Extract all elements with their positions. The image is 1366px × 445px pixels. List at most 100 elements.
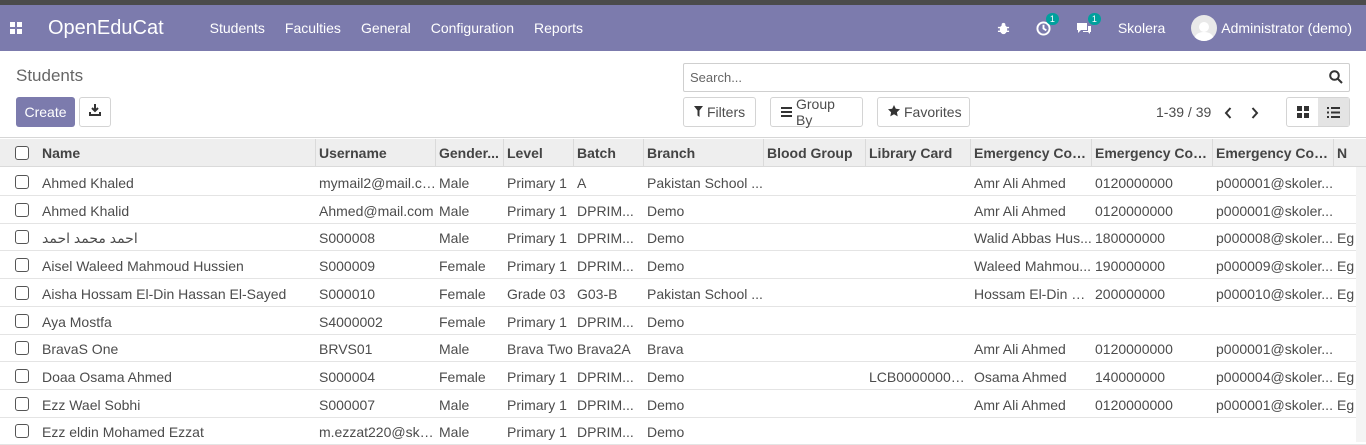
cell-level: Primary 1 (507, 230, 567, 247)
cell-blood-group (764, 362, 866, 390)
cell-batch: A (577, 175, 587, 191)
control-panel: Students Create Filters Group By Favorit… (0, 51, 1366, 138)
column-emergency-contact-email[interactable]: Emergency Con... (1213, 139, 1334, 167)
column-emergency-contact-phone[interactable]: Emergency Con... (1092, 139, 1213, 167)
column-level[interactable]: Level (504, 139, 574, 167)
cell-username: S4000002 (319, 313, 383, 330)
search-input[interactable] (684, 64, 1314, 91)
row-checkbox[interactable] (15, 341, 29, 356)
chevron-right-icon[interactable] (1245, 103, 1265, 123)
table-row[interactable]: Ahmed Khalid Ahmed@mail.com Male Primary 1 D… (0, 196, 1366, 224)
column-library-card[interactable]: Library Card (866, 139, 971, 167)
row-checkbox[interactable] (15, 230, 29, 245)
brand-name[interactable]: OpenEduCat (48, 17, 164, 40)
cell-library-card (866, 223, 971, 251)
main-navbar: OpenEduCat Students Faculties General Co… (0, 5, 1366, 51)
chevron-left-icon[interactable] (1218, 103, 1238, 123)
table-row[interactable]: Doaa Osama Ahmed S000004 Female Primary 1 DP… (0, 362, 1366, 390)
column-gender[interactable]: Gender... (436, 139, 504, 167)
row-checkbox[interactable] (15, 285, 29, 300)
download-button[interactable] (79, 97, 111, 127)
table-row[interactable]: Ezz Wael Sobhi S000007 Male Primary 1 DPRIM.… (0, 390, 1366, 418)
filters-button[interactable]: Filters (683, 97, 756, 127)
cell-emergency-contact-phone: 200000000 (1095, 285, 1166, 302)
create-button[interactable]: Create (16, 97, 75, 127)
cell-branch: Pakistan School ... (647, 285, 763, 302)
user-menu[interactable]: Administrator (demo) (1191, 15, 1352, 41)
cell-emergency-contact-email: p000001@skoler... (1216, 175, 1333, 191)
cell-branch: Demo (647, 258, 685, 275)
cell-blood-group (764, 334, 866, 362)
cell-username: S000009 (319, 258, 376, 275)
cell-level: Primary 1 (507, 396, 567, 413)
column-emergency-contact-name[interactable]: Emergency Con... (971, 139, 1092, 167)
table-row[interactable]: Aisel Waleed Mahmoud Hussien S000009 Femal… (0, 251, 1366, 280)
cell-emergency-contact-name: Amr Ali Ahmed (974, 175, 1066, 191)
cell-library-card (866, 196, 971, 224)
column-branch[interactable]: Branch (644, 139, 764, 167)
table-scrollbar[interactable] (1356, 167, 1366, 442)
chat-icon[interactable]: 1 (1064, 5, 1104, 51)
cell-emergency-contact-email: p000010@skoler... (1216, 285, 1333, 302)
menu-faculties[interactable]: Faculties (285, 20, 341, 36)
company-switcher[interactable]: Skolera (1118, 20, 1165, 36)
table-row[interactable]: Ezz eldin Mohamed Ezzat m.ezzat220@sko...… (0, 417, 1366, 445)
column-username[interactable]: Username (316, 139, 436, 167)
cell-emergency-contact-name (971, 417, 1092, 445)
column-blood-group[interactable]: Blood Group (764, 139, 866, 167)
cell-emergency-contact-name (971, 307, 1092, 335)
activity-badge: 1 (1045, 13, 1059, 25)
row-checkbox[interactable] (15, 424, 29, 439)
row-checkbox[interactable] (15, 175, 29, 189)
cell-gender: Female (439, 285, 486, 302)
cell-batch: DPRIM... (577, 258, 634, 275)
row-checkbox[interactable] (15, 368, 29, 383)
download-icon (89, 103, 101, 121)
cell-nationality: Eg (1337, 230, 1355, 247)
cell-emergency-contact-name: Amr Ali Ahmed (974, 202, 1066, 219)
kanban-view-icon[interactable] (1287, 98, 1318, 126)
cell-gender: Female (439, 258, 486, 275)
favorites-button[interactable]: Favorites (877, 97, 970, 127)
avatar (1191, 15, 1218, 41)
cell-gender: Male (439, 341, 470, 358)
search-icon[interactable] (1329, 70, 1343, 89)
cell-emergency-contact-name: Amr Ali Ahmed (974, 341, 1066, 358)
row-checkbox[interactable] (15, 258, 29, 273)
select-all-checkbox[interactable] (15, 146, 29, 160)
pager-value[interactable]: 1-39 / 39 (1156, 104, 1211, 120)
cell-nationality: Eg (1337, 396, 1355, 413)
cell-blood-group (764, 251, 866, 279)
cell-emergency-contact-email: p000009@skoler... (1216, 258, 1333, 275)
menu-configuration[interactable]: Configuration (431, 20, 514, 36)
row-checkbox[interactable] (15, 396, 29, 411)
row-checkbox[interactable] (15, 202, 29, 217)
cell-batch: DPRIM... (577, 202, 634, 219)
cell-name: Aisel Waleed Mahmoud Hussien (42, 258, 244, 275)
apps-icon[interactable] (0, 5, 32, 51)
list-view-icon[interactable] (1318, 98, 1349, 126)
menu-students[interactable]: Students (210, 20, 265, 36)
cell-branch: Demo (647, 368, 685, 385)
cell-batch: G03-B (577, 285, 618, 302)
table-row[interactable]: Ahmed Khaled mymail2@mail.com Male Primary … (0, 168, 1366, 196)
menu-reports[interactable]: Reports (534, 20, 583, 36)
column-batch[interactable]: Batch (574, 139, 644, 167)
cell-level: Brava Two (507, 341, 573, 358)
cell-name: Doaa Osama Ahmed (42, 368, 172, 385)
column-nationality[interactable]: N (1334, 139, 1356, 167)
row-checkbox[interactable] (15, 313, 29, 328)
table-row[interactable]: BravaS One BRVS01 Male Brava Two Brava2A Brav… (0, 334, 1366, 363)
activity-icon[interactable]: 1 (1024, 5, 1064, 51)
cell-level: Primary 1 (507, 202, 567, 219)
menu-general[interactable]: General (361, 20, 411, 36)
groupby-button[interactable]: Group By (770, 96, 863, 128)
table-row[interactable]: Aisha Hossam El-Din Hassan El-Sayed S0000… (0, 279, 1366, 307)
systray: 1 1 Skolera Administrator (demo) (990, 5, 1366, 51)
cell-nationality (1334, 168, 1356, 196)
bug-icon[interactable] (990, 5, 1018, 51)
table-row[interactable]: احمد محمد احمد S000008 Male Primary 1 DPRIM.… (0, 223, 1366, 252)
column-name[interactable]: Name (39, 139, 316, 167)
table-row[interactable]: Aya Mostfa S4000002 Female Primary 1 DPRIM..… (0, 307, 1366, 335)
cell-batch: DPRIM... (577, 396, 634, 413)
